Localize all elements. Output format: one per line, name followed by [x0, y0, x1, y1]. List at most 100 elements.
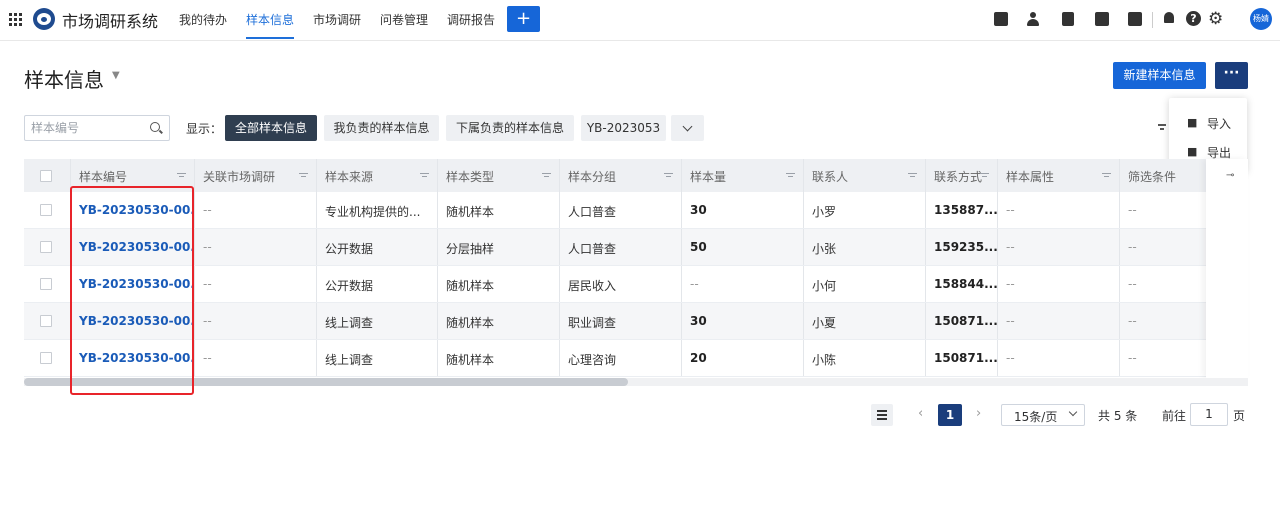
row-select-cell	[24, 303, 70, 339]
table-row[interactable]: YB-20230530-00... -- 线上调查 随机样本 心理咨询 20 小陈 15087…	[24, 340, 1248, 377]
avatar[interactable]: 杨婧	[1250, 8, 1272, 30]
cell-value: 随机样本	[446, 205, 495, 219]
header-label: 样本分组	[568, 170, 617, 184]
row-select-cell	[24, 340, 70, 376]
document-icon[interactable]	[1062, 12, 1074, 26]
cell-value: 30	[690, 314, 707, 328]
cell-value: 30	[690, 203, 707, 217]
table-row[interactable]: YB-20230530-00... -- 专业机构提供的... 随机样本 人口普查 30 小…	[24, 192, 1248, 229]
cell-value: --	[1128, 277, 1137, 291]
column-filter-icon[interactable]	[420, 173, 429, 177]
header-label: 样本编号	[79, 170, 128, 184]
cell-value: --	[203, 240, 212, 254]
cell-value: 职业调查	[568, 316, 617, 330]
row-checkbox[interactable]	[40, 204, 52, 216]
col-type-cell: 分层抽样	[437, 229, 559, 265]
column-settings-icon[interactable]: ⊸	[1226, 170, 1234, 181]
contact-icon[interactable]	[1026, 12, 1040, 26]
gear-icon[interactable]: ⚙	[1208, 9, 1223, 29]
row-checkbox[interactable]	[40, 278, 52, 290]
cell-value: --	[203, 351, 212, 365]
col-amount-cell: --	[681, 266, 803, 302]
col-contact-cell: 小张	[803, 229, 925, 265]
col-group-cell: 人口普查	[559, 229, 681, 265]
filter-icon[interactable]	[1158, 124, 1166, 130]
calendar-check-icon[interactable]	[994, 12, 1008, 26]
column-filter-icon[interactable]	[908, 173, 917, 177]
nav-item-todo[interactable]: 我的待办	[179, 11, 227, 28]
app-grid-icon[interactable]	[9, 13, 22, 26]
column-filter-icon[interactable]	[664, 173, 673, 177]
header-label: 联系方式	[934, 170, 983, 184]
new-sample-button[interactable]: 新建样本信息	[1113, 62, 1206, 89]
col-group-cell: 居民收入	[559, 266, 681, 302]
current-page-button[interactable]: 1	[938, 404, 962, 426]
col-amount-cell: 50	[681, 229, 803, 265]
filter-tab-all[interactable]: 全部样本信息	[225, 115, 317, 141]
filter-tab-mine[interactable]: 我负责的样本信息	[324, 115, 439, 141]
menu-item-import[interactable]: ■ 导入	[1169, 110, 1247, 136]
nav-item-sample-info[interactable]: 样本信息	[246, 11, 294, 28]
page-size-select[interactable]: 15条/页	[1001, 404, 1085, 426]
row-select-cell	[24, 229, 70, 265]
table-row[interactable]: YB-20230530-00... -- 公开数据 分层抽样 人口普查 50 小张 15923…	[24, 229, 1248, 266]
nav-item-questionnaire[interactable]: 问卷管理	[380, 11, 428, 28]
more-actions-button[interactable]: ···	[1215, 62, 1248, 89]
column-filter-icon[interactable]	[542, 173, 551, 177]
cell-value: --	[1006, 314, 1015, 328]
bell-icon[interactable]	[1164, 12, 1174, 23]
search-icon[interactable]	[150, 122, 160, 132]
column-filter-icon[interactable]	[299, 173, 308, 177]
header-label: 样本类型	[446, 170, 495, 184]
prev-page-icon[interactable]: ‹	[918, 406, 923, 421]
cell-value: 小张	[812, 242, 837, 256]
goto-page-input[interactable]: 1	[1190, 403, 1228, 426]
col-type-cell: 随机样本	[437, 192, 559, 228]
header-col-contact: 联系人	[803, 159, 925, 192]
row-checkbox[interactable]	[40, 241, 52, 253]
table-row[interactable]: YB-20230530-00... -- 线上调查 随机样本 职业调查 30 小夏 15087…	[24, 303, 1248, 340]
cell-value: 135887...	[934, 203, 997, 217]
nav-item-report[interactable]: 调研报告	[447, 11, 495, 28]
next-page-icon[interactable]: ›	[976, 406, 981, 421]
filter-tab-subordinates[interactable]: 下属负责的样本信息	[446, 115, 574, 141]
col-phone-cell: 158844...	[925, 266, 997, 302]
chevron-down-icon[interactable]: ▼	[112, 70, 120, 81]
help-icon[interactable]: ?	[1186, 11, 1201, 26]
filter-expand-button[interactable]	[671, 115, 704, 141]
search-input[interactable]	[31, 117, 141, 139]
col-source-cell: 专业机构提供的...	[316, 192, 437, 228]
filter-tab-saved[interactable]: YB-2023053	[581, 115, 666, 141]
cell-value: 公开数据	[325, 242, 374, 256]
export-icon: ■	[1187, 145, 1198, 158]
add-nav-button[interactable]: +	[507, 6, 540, 32]
column-filter-icon[interactable]	[980, 173, 989, 177]
table-fixed-right-column	[1206, 159, 1248, 378]
calendar-icon[interactable]	[1128, 12, 1142, 26]
column-filter-icon[interactable]	[1102, 173, 1111, 177]
import-icon: ■	[1187, 116, 1198, 129]
page-list-icon[interactable]	[871, 404, 893, 426]
header-col-group: 样本分组	[559, 159, 681, 192]
row-checkbox[interactable]	[40, 315, 52, 327]
toolbar-divider	[1152, 12, 1153, 28]
cell-value: 随机样本	[446, 353, 495, 367]
cell-value: --	[203, 314, 212, 328]
cell-value: --	[1006, 277, 1015, 291]
table-row[interactable]: YB-20230530-00... -- 公开数据 随机样本 居民收入 -- 小何 15884…	[24, 266, 1248, 303]
col-related-research-cell: --	[194, 266, 316, 302]
select-all-checkbox[interactable]	[40, 170, 52, 182]
logo-icon	[33, 8, 55, 30]
column-filter-icon[interactable]	[786, 173, 795, 177]
header-label: 联系人	[812, 170, 849, 184]
cell-value: 150871...	[934, 351, 997, 365]
search-box	[24, 115, 170, 141]
col-attribute-cell: --	[997, 229, 1119, 265]
phone-book-icon[interactable]	[1095, 12, 1109, 26]
nav-item-market-research[interactable]: 市场调研	[313, 11, 361, 28]
column-filter-icon[interactable]	[177, 173, 186, 177]
col-contact-cell: 小陈	[803, 340, 925, 376]
col-contact-cell: 小夏	[803, 303, 925, 339]
header-col-attribute: 样本属性	[997, 159, 1119, 192]
row-checkbox[interactable]	[40, 352, 52, 364]
